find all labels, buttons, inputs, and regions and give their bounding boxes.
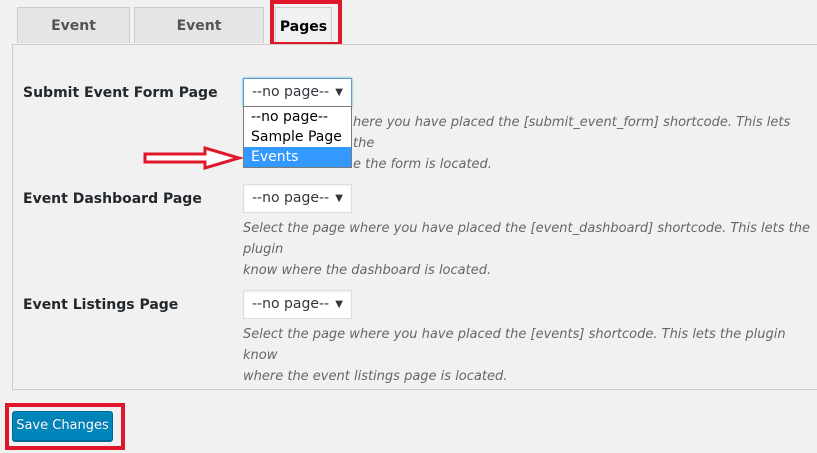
- event-dashboard-page-label: Event Dashboard Page: [23, 191, 202, 207]
- desc-line: e the form is located.: [353, 157, 492, 172]
- desc-line: Select the page where you have placed th…: [243, 221, 810, 257]
- event-dashboard-page-select[interactable]: --no page-- ▼: [243, 184, 352, 213]
- annotation-arrow-icon: [143, 146, 243, 170]
- submit-event-form-page-label: Submit Event Form Page: [23, 85, 218, 101]
- dropdown-option-no-page[interactable]: --no page--: [244, 107, 351, 127]
- desc-line: where the event listings page is located…: [243, 369, 508, 384]
- event-listings-page-select[interactable]: --no page-- ▼: [243, 290, 352, 319]
- page-dropdown-list: --no page-- Sample Page Events: [243, 106, 352, 168]
- save-changes-button[interactable]: Save Changes: [12, 411, 113, 441]
- dropdown-option-events[interactable]: Events: [244, 147, 351, 167]
- event-listings-page-label: Event Listings Page: [23, 297, 179, 313]
- select-value: --no page--: [252, 296, 330, 312]
- event-listings-page-description: Select the page where you have placed th…: [243, 324, 813, 387]
- chevron-down-icon: ▼: [335, 193, 343, 204]
- tab-pages[interactable]: Pages: [275, 7, 332, 45]
- dropdown-option-sample-page[interactable]: Sample Page: [244, 127, 351, 147]
- select-value: --no page--: [252, 84, 330, 100]
- desc-line: here you have placed the [submit_event_f…: [353, 115, 791, 151]
- desc-line: Select the page where you have placed th…: [243, 327, 786, 363]
- submit-event-form-page-description: here you have placed the [submit_event_f…: [353, 112, 793, 175]
- select-value: --no page--: [252, 190, 330, 206]
- chevron-down-icon: ▼: [335, 299, 343, 310]
- tab-event-listings[interactable]: Event Listings: [17, 7, 130, 70]
- chevron-down-icon: ▼: [335, 87, 343, 98]
- submit-event-form-page-select[interactable]: --no page-- ▼: [243, 78, 352, 107]
- event-dashboard-page-description: Select the page where you have placed th…: [243, 218, 813, 281]
- desc-line: know where the dashboard is located.: [243, 263, 492, 278]
- tab-event-submission[interactable]: Event Submission: [134, 7, 264, 70]
